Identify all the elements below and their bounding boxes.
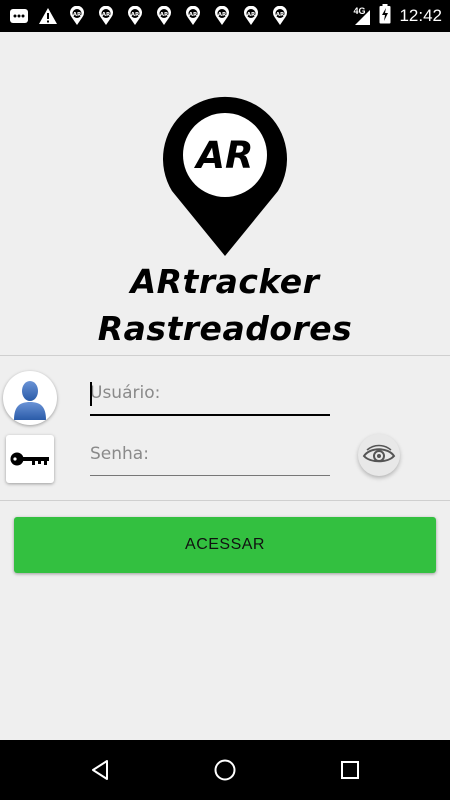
logo-mark: AR (193, 134, 253, 177)
recents-icon (341, 761, 359, 779)
home-button[interactable] (212, 757, 238, 783)
text-cursor (90, 382, 92, 406)
password-input[interactable] (90, 436, 330, 476)
svg-text:AR: AR (218, 12, 227, 18)
svg-text:AR: AR (102, 12, 111, 18)
brand-name: ARtracker (130, 262, 320, 301)
notification-icons: AR AR AR AR AR AR AR AR (8, 5, 291, 27)
svg-text:AR: AR (247, 12, 256, 18)
ar-pin-icon: AR (95, 5, 117, 27)
svg-text:AR: AR (276, 12, 285, 18)
username-input[interactable] (90, 376, 330, 416)
battery-icon (379, 4, 391, 28)
signal-icon: 4G (353, 6, 371, 26)
svg-text:AR: AR (73, 12, 82, 18)
svg-text:AR: AR (131, 12, 140, 18)
show-password-button[interactable] (358, 434, 400, 476)
recents-button[interactable] (337, 757, 363, 783)
message-icon (8, 5, 30, 27)
back-icon (92, 760, 108, 780)
warning-icon (37, 5, 59, 27)
divider (0, 500, 450, 501)
ar-pin-icon: AR (269, 5, 291, 27)
home-icon (214, 759, 236, 781)
brand-subtitle: Rastreadores (97, 309, 353, 348)
eye-icon (362, 444, 396, 463)
svg-text:AR: AR (160, 12, 169, 18)
clock: 12:42 (399, 6, 442, 25)
status-bar: AR AR AR AR AR AR AR AR 4G 12:42 (0, 0, 450, 32)
back-button[interactable] (87, 757, 113, 783)
navigation-bar (0, 740, 450, 800)
svg-text:AR: AR (189, 12, 198, 18)
ar-pin-icon: AR (240, 5, 262, 27)
ar-pin-icon: AR (153, 5, 175, 27)
divider (0, 355, 450, 356)
ar-pin-icon: AR (124, 5, 146, 27)
logo-pin-icon: AR (163, 96, 287, 256)
ar-pin-icon: AR (211, 5, 233, 27)
ar-pin-icon: AR (66, 5, 88, 27)
login-button[interactable]: ACESSAR (14, 517, 436, 573)
user-icon (3, 371, 57, 425)
key-icon (6, 435, 54, 483)
ar-pin-icon: AR (182, 5, 204, 27)
system-indicators: 4G 12:42 (353, 4, 442, 28)
